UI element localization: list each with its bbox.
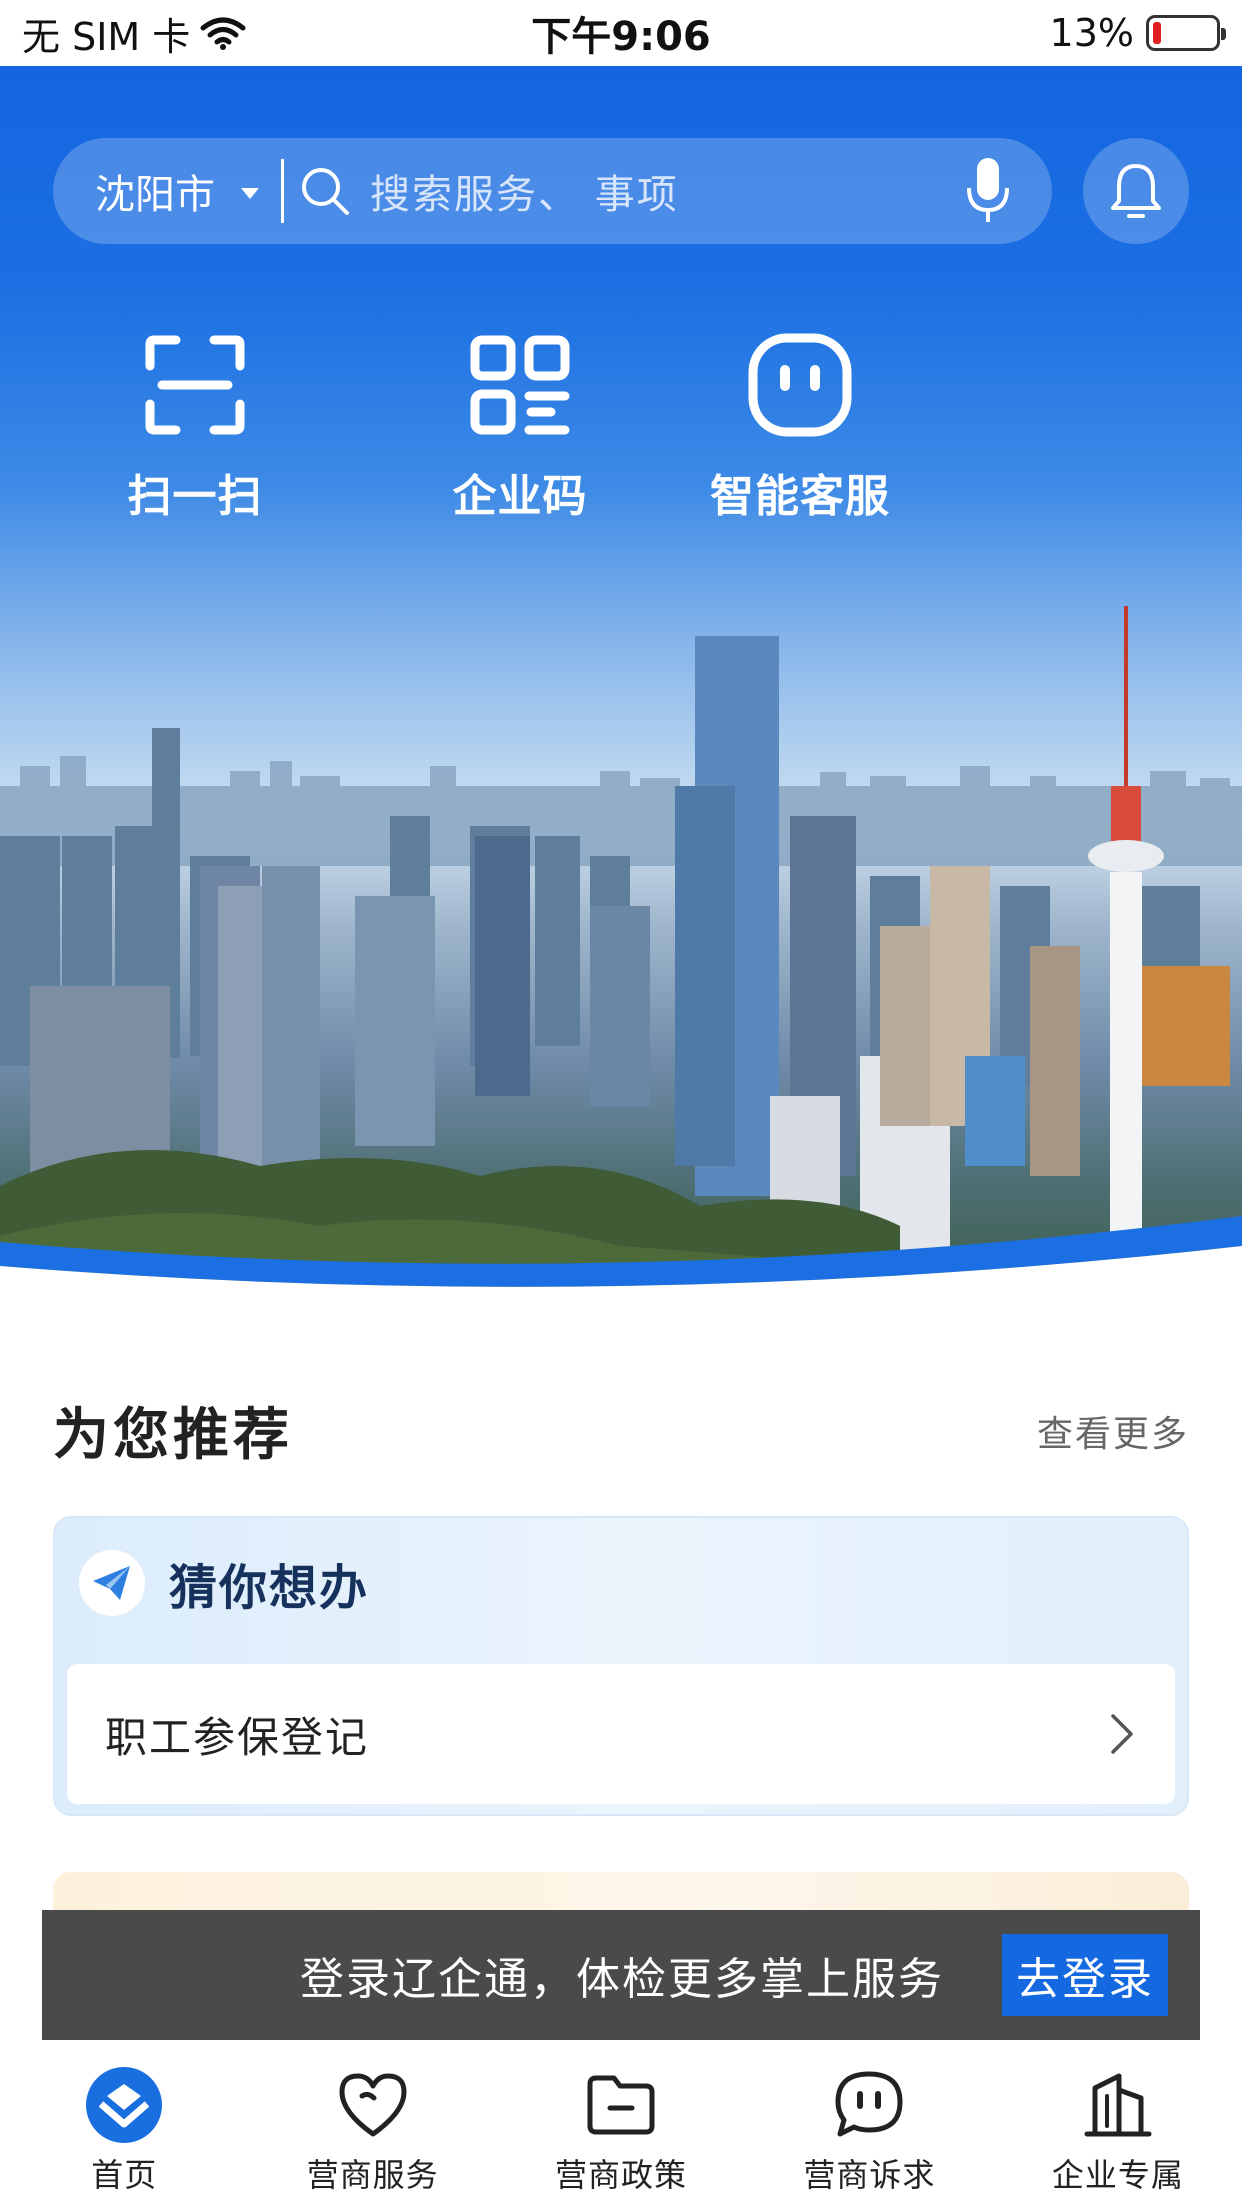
- tab-label: 首页: [91, 2156, 158, 2194]
- paper-plane-glyph: [93, 1566, 130, 1600]
- tab-business-policy[interactable]: 营商政策: [497, 2050, 745, 2208]
- status-left: 无 SIM 卡: [22, 6, 246, 61]
- guess-item-row[interactable]: 职工参保登记: [67, 1664, 1175, 1804]
- view-more-link[interactable]: 查看更多: [1037, 1405, 1189, 1457]
- tab-home[interactable]: 首页: [0, 2050, 248, 2208]
- building-icon: [1084, 2073, 1152, 2137]
- quick-action-label: 智能客服: [710, 471, 890, 522]
- search-bar[interactable]: 沈阳市 搜索服务、 事项: [53, 138, 1052, 244]
- section-title: 为您推荐: [53, 1403, 293, 1468]
- chevron-right-icon: [1111, 1714, 1133, 1754]
- guess-item-label: 职工参保登记: [105, 1712, 370, 1762]
- tab-label: 营商政策: [555, 2156, 688, 2194]
- notification-button[interactable]: [1083, 138, 1189, 244]
- heart-icon: [339, 2073, 407, 2137]
- search-icon: [302, 168, 349, 215]
- tab-label: 企业专属: [1051, 2156, 1184, 2194]
- city-selector[interactable]: 沈阳市: [95, 162, 259, 220]
- quick-action-label: 企业码: [452, 471, 588, 522]
- bell-icon: [1111, 164, 1161, 218]
- login-prompt-text: 登录辽企通，体检更多掌上服务: [300, 1954, 944, 2005]
- city-skyline-image: [0, 606, 1242, 1296]
- recommend-header: 为您推荐 查看更多: [53, 1390, 1189, 1471]
- quick-action-label: 扫一扫: [127, 471, 263, 522]
- search-row: 沈阳市 搜索服务、 事项: [53, 138, 1189, 244]
- login-prompt-bar: 登录辽企通，体检更多掌上服务 去登录: [42, 1910, 1200, 2040]
- guess-card-title: 猜你想办: [169, 1560, 370, 1616]
- carrier-text: 无 SIM 卡: [22, 14, 191, 59]
- tab-business-appeal[interactable]: 营商诉求: [745, 2050, 993, 2208]
- tab-enterprise-exclusive[interactable]: 企业专属: [994, 2050, 1242, 2208]
- chat-bubble-icon: [835, 2071, 903, 2137]
- quick-action-scan[interactable]: 扫一扫: [100, 330, 290, 524]
- hero-banner: 沈阳市 搜索服务、 事项 扫一扫 企业码 智能客服: [0, 66, 1242, 1296]
- quick-action-enterprise-code[interactable]: 企业码: [380, 330, 660, 524]
- bottom-tab-bar: 首页 营商服务 营商政策 营商诉求 企业专属: [0, 2050, 1242, 2208]
- login-button[interactable]: 去登录: [1002, 1934, 1168, 2016]
- quick-action-ai-service[interactable]: 智能客服: [660, 330, 940, 524]
- status-bar: 无 SIM 卡 下午9:06 13%: [0, 0, 1242, 66]
- paper-plane-icon: [79, 1550, 145, 1616]
- battery-level-fill: [1153, 22, 1161, 44]
- tab-label: 营商服务: [306, 2156, 439, 2194]
- microphone-icon[interactable]: [964, 156, 1012, 226]
- tab-business-service[interactable]: 营商服务: [248, 2050, 496, 2208]
- scan-icon: [145, 335, 245, 435]
- wifi-icon: [200, 17, 246, 50]
- search-divider: [281, 159, 284, 223]
- city-label: 沈阳市: [95, 172, 215, 218]
- battery-percent: 13%: [1049, 11, 1134, 55]
- tab-label: 营商诉求: [803, 2156, 936, 2194]
- caret-down-icon: [241, 187, 259, 199]
- quick-actions: 扫一扫 企业码 智能客服: [100, 330, 940, 524]
- status-right: 13%: [1049, 11, 1226, 55]
- qr-code-icon: [470, 335, 570, 435]
- robot-icon: [748, 333, 852, 437]
- folder-icon: [587, 2075, 655, 2135]
- home-logo-icon: [86, 2067, 163, 2143]
- battery-icon: [1146, 15, 1226, 51]
- search-input[interactable]: 搜索服务、 事项: [370, 162, 964, 220]
- guess-you-want-card: 猜你想办 职工参保登记: [53, 1516, 1189, 1816]
- guess-card-header: 猜你想办: [79, 1548, 369, 1618]
